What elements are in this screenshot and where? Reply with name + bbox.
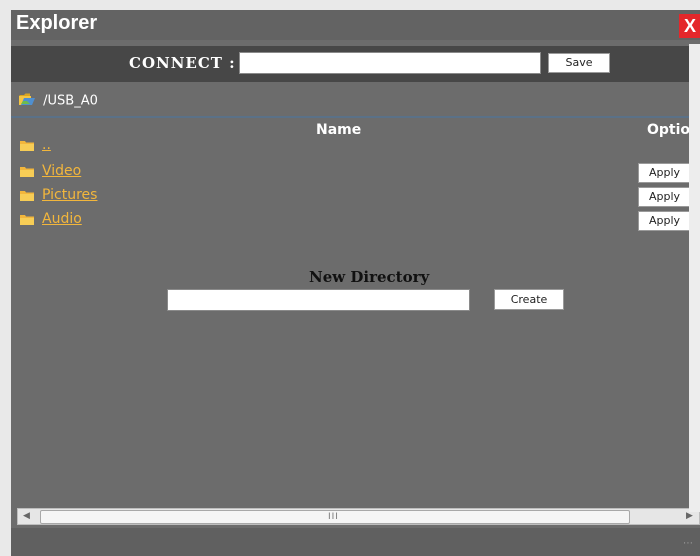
resize-grip-icon[interactable]: ⋯ [683,538,693,549]
path-text: /USB_A0 [43,93,98,109]
folder-icon [20,141,34,151]
connect-bar: CONNECT : Save [11,46,700,82]
create-button[interactable]: Create [494,289,564,310]
folder-icon [20,191,34,201]
open-folder-icon [18,92,36,110]
connect-label: CONNECT : [129,54,236,72]
close-button[interactable]: X [679,14,700,38]
folder-link-video[interactable]: Video [42,163,81,179]
window-title: Explorer [16,12,98,34]
horizontal-scrollbar[interactable]: ◀ III ▶ [17,508,700,525]
scrollbar-thumb[interactable]: III [40,510,630,524]
folder-icon [20,167,34,177]
scroll-left-arrow-icon[interactable]: ◀ [18,509,35,524]
status-bar: ⋯ [11,528,700,556]
vertical-scroll-edge [689,44,700,512]
current-path: /USB_A0 [18,92,98,112]
new-directory-label: New Directory [309,268,430,286]
title-bar[interactable]: Explorer X [11,10,700,40]
column-header-name: Name [316,122,362,138]
folder-link-parent[interactable]: .. [42,137,51,153]
connect-input[interactable] [239,52,541,74]
explorer-window: Explorer X CONNECT : Save /USB_A0 Name O… [11,10,700,556]
folder-link-pictures[interactable]: Pictures [42,187,97,203]
save-button[interactable]: Save [548,53,610,73]
new-directory-input[interactable] [167,289,470,311]
scroll-grip: III [328,512,339,522]
folder-icon [20,215,34,225]
folder-link-audio[interactable]: Audio [42,211,82,227]
path-divider [11,116,700,118]
